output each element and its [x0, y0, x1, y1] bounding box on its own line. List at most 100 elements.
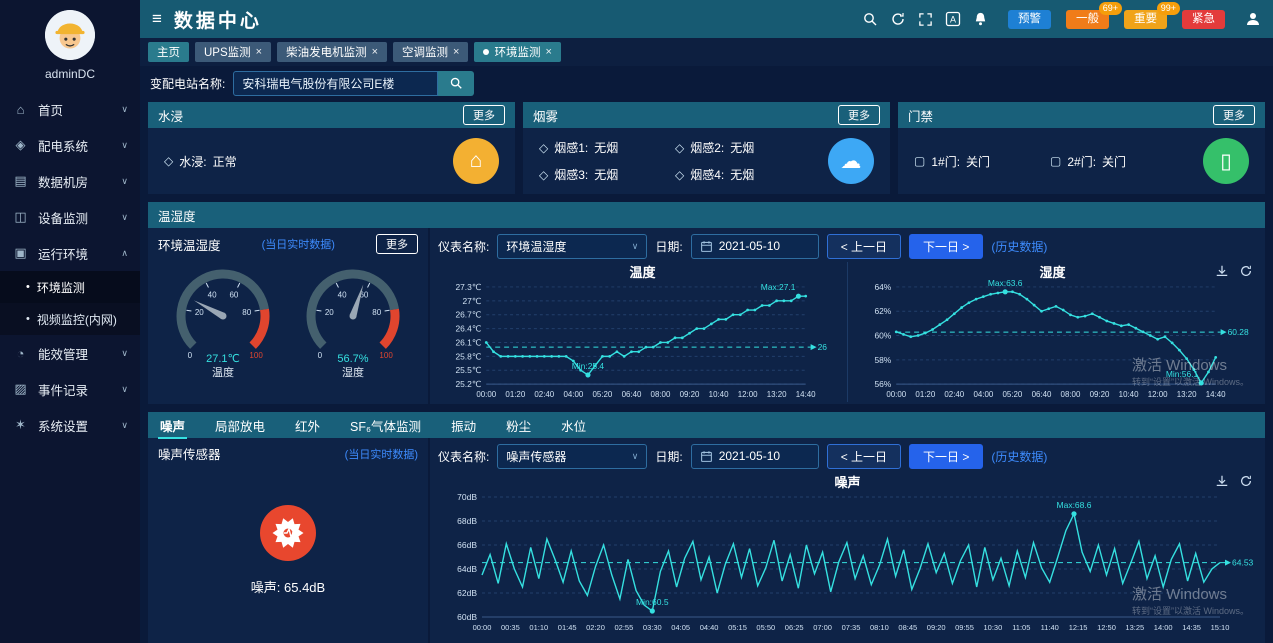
svg-text:66dB: 66dB — [457, 540, 477, 550]
panel-smoke: 烟雾更多◇烟感1:无烟◇烟感2:无烟◇烟感3:无烟◇烟感4:无烟☁ — [523, 102, 890, 194]
alarm-badge-0[interactable]: 预警 — [1008, 10, 1051, 29]
sensor-tab-6[interactable]: 水位 — [559, 413, 588, 438]
panel-water: 水浸更多◇水浸:正常⌂ — [148, 102, 515, 194]
panel-door: 门禁更多▢1#门:关门▢2#门:关门▯ — [898, 102, 1265, 194]
chevron-down-icon: ∨ — [632, 451, 639, 462]
sensor-tab-0[interactable]: 噪声 — [158, 413, 187, 438]
page-title: 数据中心 — [174, 6, 262, 33]
station-name-input[interactable] — [233, 71, 438, 96]
refresh-chart-icon[interactable] — [1239, 264, 1253, 281]
more-button[interactable]: 更多 — [463, 105, 505, 125]
prev-day-button[interactable]: < 上一日 — [827, 234, 901, 259]
avatar[interactable] — [45, 10, 95, 60]
sidebar-item-label: 运行环境 — [38, 244, 88, 263]
tab-3[interactable]: 空调监测× — [393, 42, 468, 62]
sidebar-subitem-0[interactable]: •环境监测 — [0, 271, 140, 303]
date-value: 2021-05-10 — [719, 239, 780, 253]
sidebar-menu: ⌂首页∨◈配电系统∨▤数据机房∨◫设备监测∨▣运行环境∧•环境监测•视频监控(内… — [0, 91, 140, 443]
tab-2[interactable]: 柴油发电机监测× — [277, 42, 387, 62]
svg-text:04:00: 04:00 — [563, 390, 583, 399]
meter-select[interactable]: 噪声传感器 ∨ — [497, 444, 647, 469]
chevron-down-icon: ∨ — [121, 348, 128, 359]
more-button[interactable]: 更多 — [1213, 105, 1255, 125]
meter-name-label: 仪表名称: — [438, 238, 489, 255]
status-item: ◇烟感1:无烟 — [539, 139, 649, 156]
temp-humidity-body: 环境温湿度 (当日实时数据) 更多 20406080010027.1℃温度 20… — [148, 228, 1265, 404]
svg-text:11:05: 11:05 — [1012, 623, 1030, 632]
device-icon: ◫ — [12, 209, 29, 225]
alarm-badge-2[interactable]: 重要99+ — [1124, 10, 1167, 29]
hamburger-menu-icon[interactable]: ≡ — [152, 9, 162, 29]
alarm-badge-1[interactable]: 一般69+ — [1066, 10, 1109, 29]
next-day-button[interactable]: 下一日 > — [909, 234, 983, 259]
tab-0[interactable]: 主页 — [148, 42, 189, 62]
download-icon[interactable] — [1215, 264, 1229, 281]
date-picker[interactable]: 2021-05-10 — [691, 444, 819, 469]
status-value: 正常 — [213, 153, 237, 170]
noise-sensor-icon — [260, 505, 316, 561]
sidebar-item-6[interactable]: ▨事件记录∨ — [0, 371, 140, 407]
svg-text:10:40: 10:40 — [708, 390, 728, 399]
sidebar: adminDC ⌂首页∨◈配电系统∨▤数据机房∨◫设备监测∨▣运行环境∧•环境监… — [0, 0, 140, 643]
refresh-chart-icon[interactable] — [1239, 474, 1253, 491]
more-button[interactable]: 更多 — [376, 234, 418, 254]
username: adminDC — [0, 60, 140, 91]
tab-4[interactable]: 环境监测× — [474, 42, 560, 62]
sensor-tab-4[interactable]: 振动 — [449, 413, 478, 438]
next-day-button[interactable]: 下一日 > — [909, 444, 983, 469]
svg-text:60dB: 60dB — [457, 612, 477, 622]
sidebar-item-label: 系统设置 — [38, 416, 88, 435]
sidebar-item-2[interactable]: ▤数据机房∨ — [0, 163, 140, 199]
svg-text:06:40: 06:40 — [1031, 390, 1051, 399]
svg-text:06:40: 06:40 — [621, 390, 641, 399]
sidebar-item-4[interactable]: ▣运行环境∧ — [0, 235, 140, 271]
realtime-label: (当日实时数据) — [262, 236, 335, 252]
sidebar-item-5[interactable]: ◔能效管理∨ — [0, 335, 140, 371]
download-icon[interactable] — [1215, 474, 1229, 491]
close-tab-icon[interactable]: × — [545, 46, 551, 58]
svg-text:01:20: 01:20 — [915, 390, 935, 399]
noise-chart-controls: 仪表名称: 噪声传感器 ∨ 日期: 2021-05-10 < 上一日 — [438, 440, 1257, 472]
sensor-tab-1[interactable]: 局部放电 — [213, 413, 267, 438]
tab-1[interactable]: UPS监测× — [195, 42, 271, 62]
bell-icon[interactable] — [973, 11, 988, 27]
realtime-label: (当日实时数据) — [345, 446, 418, 462]
svg-text:14:40: 14:40 — [1205, 390, 1225, 399]
noise-chart: 70dB68dB66dB64dB62dB60dB00:0000:3501:100… — [438, 489, 1258, 635]
svg-text:Min:25.4: Min:25.4 — [571, 361, 604, 371]
svg-text:09:20: 09:20 — [926, 623, 945, 632]
meter-select[interactable]: 环境温湿度 ∨ — [497, 234, 647, 259]
date-picker[interactable]: 2021-05-10 — [691, 234, 819, 259]
alarm-badge-3[interactable]: 紧急 — [1182, 10, 1225, 29]
submenu-item-label: 视频监控(内网) — [37, 311, 117, 328]
fullscreen-icon[interactable] — [918, 12, 933, 27]
close-tab-icon[interactable]: × — [256, 46, 262, 58]
sidebar-item-0[interactable]: ⌂首页∨ — [0, 91, 140, 127]
sensor-tab-2[interactable]: 红外 — [293, 413, 322, 438]
sidebar-subitem-1[interactable]: •视频监控(内网) — [0, 303, 140, 335]
prev-day-button[interactable]: < 上一日 — [827, 444, 901, 469]
panel-smoke-icon: ☁ — [828, 138, 874, 184]
svg-text:12:00: 12:00 — [1147, 390, 1167, 399]
noise-sensor-panel: 噪声传感器 (当日实时数据) 噪声: 65.4dB — [148, 438, 428, 643]
status-value: 无烟 — [594, 139, 618, 156]
humidity-chart-title: 湿度 — [1039, 262, 1065, 279]
language-icon[interactable]: A — [945, 11, 961, 27]
search-icon[interactable] — [862, 11, 878, 27]
badge-count: 99+ — [1157, 2, 1180, 15]
panel-title: 门禁 — [908, 106, 933, 125]
sidebar-item-3[interactable]: ◫设备监测∨ — [0, 199, 140, 235]
sidebar-item-1[interactable]: ◈配电系统∨ — [0, 127, 140, 163]
sensor-tab-3[interactable]: SF₆气体监测 — [348, 413, 423, 438]
svg-text:56.7%: 56.7% — [337, 353, 368, 365]
refresh-icon[interactable] — [890, 11, 906, 27]
svg-text:26.1℃: 26.1℃ — [455, 337, 481, 347]
more-button[interactable]: 更多 — [838, 105, 880, 125]
chevron-down-icon: ∨ — [121, 104, 128, 115]
close-tab-icon[interactable]: × — [453, 46, 459, 58]
sidebar-item-7[interactable]: ✶系统设置∨ — [0, 407, 140, 443]
sensor-tab-5[interactable]: 粉尘 — [504, 413, 533, 438]
user-icon[interactable] — [1245, 11, 1261, 27]
station-search-button[interactable] — [438, 71, 474, 96]
close-tab-icon[interactable]: × — [372, 46, 378, 58]
